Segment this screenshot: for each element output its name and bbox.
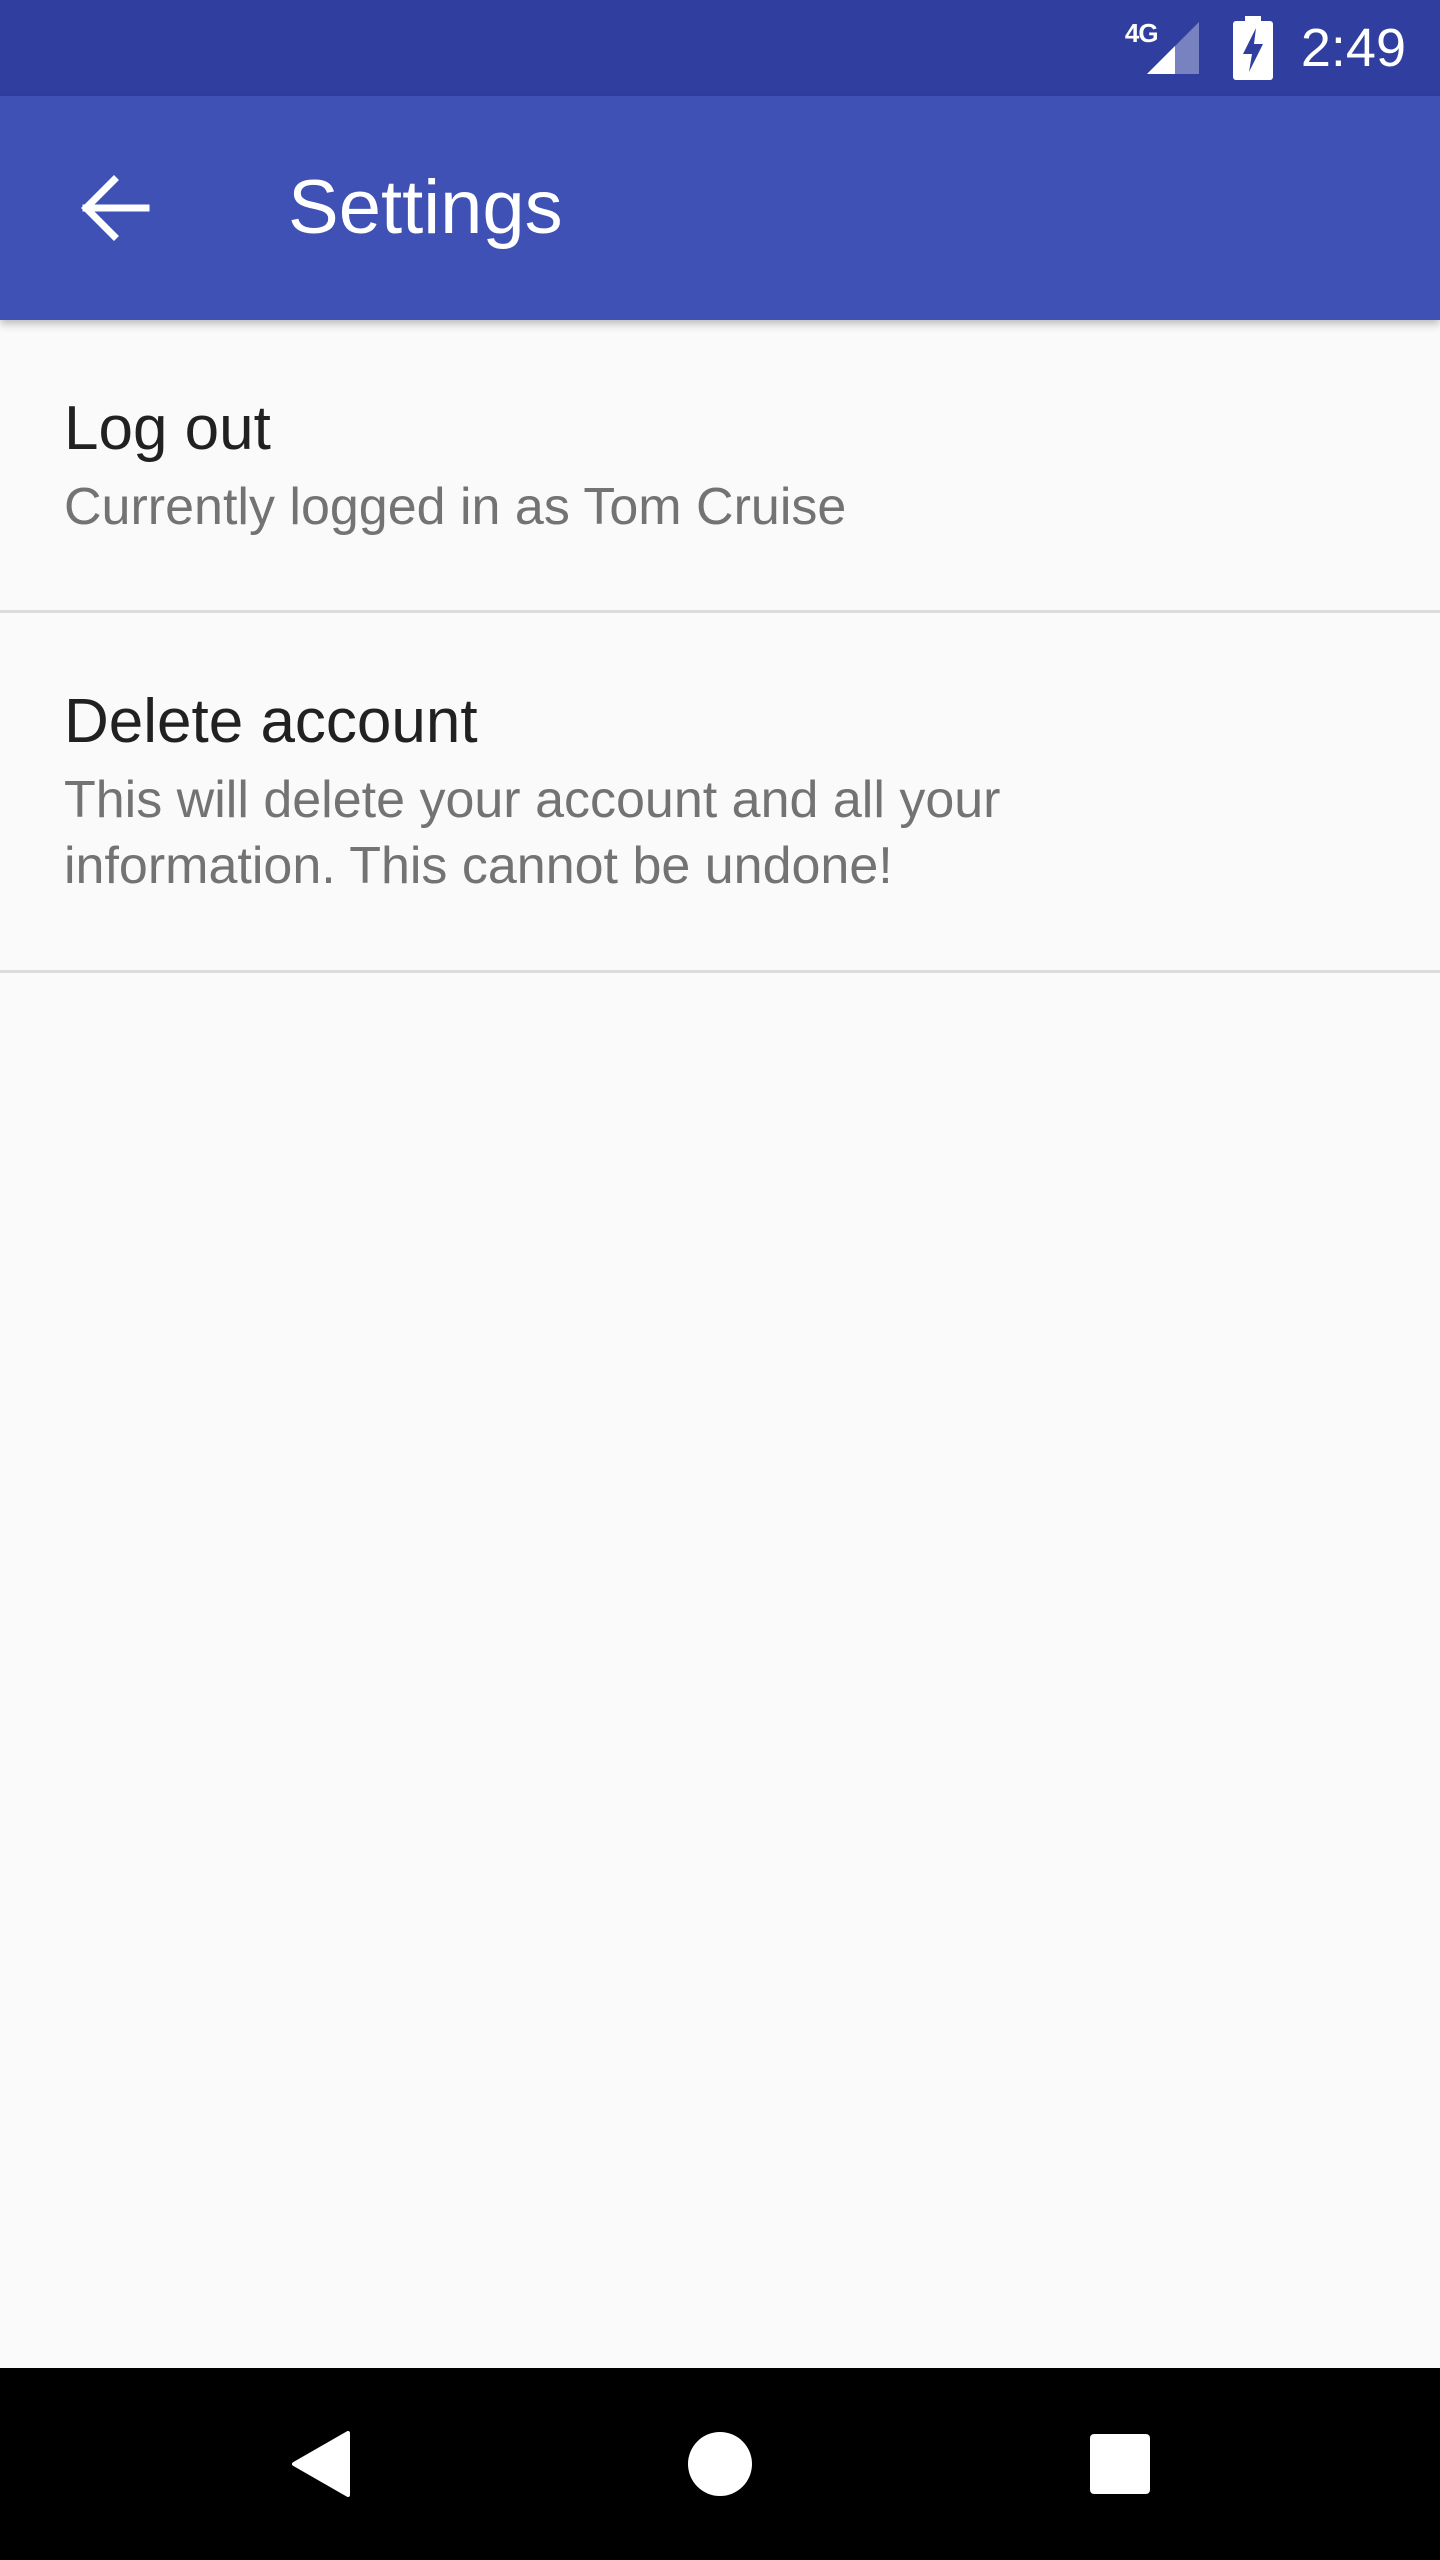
preferences-list: Log out Currently logged in as Tom Cruis… xyxy=(0,320,1440,973)
nav-recents-button[interactable] xyxy=(1060,2404,1180,2524)
pref-summary: This will delete your account and all yo… xyxy=(64,771,1001,895)
status-bar: 4G 2:49 xyxy=(0,0,1440,96)
navigation-bar xyxy=(0,2368,1440,2560)
pref-title: Delete account xyxy=(64,687,478,756)
back-button[interactable] xyxy=(56,148,176,268)
pref-summary: Currently logged in as Tom Cruise xyxy=(64,478,847,536)
nav-back-icon xyxy=(292,2431,350,2497)
arrow-back-icon xyxy=(81,175,150,241)
signal-indicator: 4G xyxy=(1123,18,1199,78)
page-title: Settings xyxy=(288,165,563,250)
pref-item-delete-account[interactable]: Delete account This will delete your acc… xyxy=(0,613,1440,973)
pref-item-log-out[interactable]: Log out Currently logged in as Tom Cruis… xyxy=(0,320,1440,613)
pref-title: Log out xyxy=(64,394,271,463)
nav-back-button[interactable] xyxy=(260,2404,380,2524)
nav-home-button[interactable] xyxy=(660,2404,780,2524)
nav-home-icon xyxy=(688,2432,752,2496)
app-bar: Settings xyxy=(0,96,1440,320)
status-clock: 2:49 xyxy=(1300,18,1406,78)
nav-recents-icon xyxy=(1090,2434,1150,2494)
status-icons: 4G 2:49 xyxy=(1123,0,1406,96)
network-type-label: 4G xyxy=(1124,18,1159,48)
battery-charging-icon xyxy=(1232,16,1273,80)
